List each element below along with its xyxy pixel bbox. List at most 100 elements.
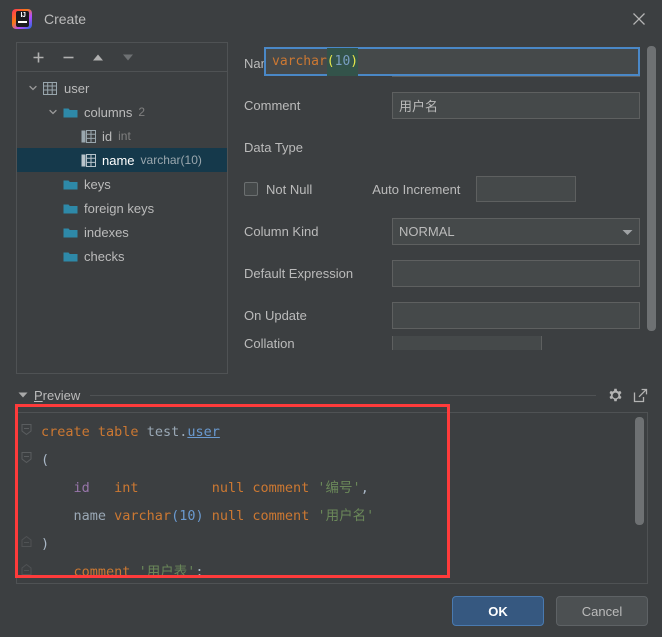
form-scrollbar-thumb[interactable] <box>647 46 656 331</box>
auto-increment-input[interactable] <box>476 176 577 202</box>
preview-title[interactable]: Preview <box>34 388 80 403</box>
tree-node-label: name <box>102 152 135 168</box>
remove-button[interactable] <box>55 45 81 69</box>
folder-icon <box>61 224 79 240</box>
sql-null-2: null <box>211 508 245 524</box>
arrow-down-icon <box>123 54 133 60</box>
collation-label: Collation <box>244 336 295 350</box>
tree-node-count: 2 <box>138 105 146 119</box>
chevron-down-icon[interactable] <box>45 104 61 120</box>
sql-code[interactable]: create table test.user ( id int null com… <box>41 418 647 583</box>
default-expression-label: Default Expression <box>244 265 354 281</box>
close-button[interactable] <box>616 0 662 38</box>
header-separator <box>90 394 596 396</box>
preview-title-rest: review <box>42 387 81 403</box>
sql-comment-val-2: '用户名' <box>317 508 375 524</box>
on-update-label: On Update <box>244 307 307 323</box>
column-kind-select[interactable]: NORMAL <box>392 217 640 245</box>
not-null-checkbox[interactable] <box>244 182 258 196</box>
form-scrollbar[interactable] <box>647 46 656 336</box>
data-type-open-paren: ( <box>326 47 335 76</box>
tree-node-column-name[interactable]: name varchar(10) <box>17 148 227 172</box>
sql-table-comment-kw: comment <box>73 564 131 580</box>
tree-node-label: keys <box>84 176 111 192</box>
sql-type-varchar: varchar <box>114 508 172 524</box>
column-icon <box>79 128 97 144</box>
gear-icon[interactable] <box>608 388 623 403</box>
sql-varchar-len: 10 <box>179 508 196 524</box>
tree-node-checks[interactable]: checks <box>17 244 227 268</box>
auto-increment-label: Auto Increment <box>372 181 461 197</box>
sql-comment-kw-1: comment <box>252 480 310 496</box>
column-kind-label: Column Kind <box>244 223 319 239</box>
folder-icon <box>61 104 79 120</box>
folder-icon <box>61 176 79 192</box>
data-type-input[interactable]: varchar(10) <box>264 47 640 76</box>
fold-marker-icon[interactable] <box>21 535 32 547</box>
tree-node-column-id[interactable]: id int <box>17 124 227 148</box>
fold-marker-icon[interactable] <box>21 451 32 464</box>
sql-kw-create: create <box>41 424 90 440</box>
sql-semicolon: ; <box>195 564 204 580</box>
not-null-label: Not Null <box>266 181 313 197</box>
tree-node-columns[interactable]: columns 2 <box>17 100 227 124</box>
tree-toolbar <box>17 43 227 72</box>
column-kind-value: NORMAL <box>399 223 455 239</box>
sql-close-paren: ) <box>41 536 50 552</box>
arrow-up-icon <box>93 54 103 60</box>
tree-body: user columns 2 id int name varchar(10) k… <box>17 72 227 373</box>
dialog-footer: OK Cancel <box>0 585 662 637</box>
tree-node-foreign-keys[interactable]: foreign keys <box>17 196 227 220</box>
sql-varchar-open: ( <box>171 508 180 524</box>
tree-node-label: checks <box>84 248 125 264</box>
sql-kw-table: table <box>97 424 139 440</box>
tree-node-label: columns <box>84 104 133 120</box>
chevron-down-icon[interactable] <box>25 80 41 96</box>
sql-col-id: id <box>73 480 90 496</box>
row-on-update: On Update <box>240 294 662 336</box>
object-tree-panel: user columns 2 id int name varchar(10) k… <box>16 42 228 374</box>
folder-icon <box>61 200 79 216</box>
row-default-expression: Default Expression <box>240 252 662 294</box>
sql-comment-kw-2: comment <box>252 508 310 524</box>
close-icon <box>633 13 645 25</box>
on-update-input[interactable] <box>392 301 640 329</box>
title-bar: IJ Create <box>0 0 662 38</box>
tree-node-user[interactable]: user <box>17 76 227 100</box>
cancel-button[interactable]: Cancel <box>556 596 648 626</box>
collapse-triangle-icon[interactable] <box>16 388 30 402</box>
external-link-icon[interactable] <box>633 388 648 403</box>
collation-input[interactable] <box>392 336 542 350</box>
sql-schema: test. <box>146 424 188 440</box>
not-null-checkbox-group[interactable]: Not Null <box>240 182 312 197</box>
default-expression-input[interactable] <box>392 259 640 287</box>
editor-scrollbar-thumb[interactable] <box>635 417 644 525</box>
comment-label: Comment <box>244 97 301 113</box>
table-icon <box>41 80 59 96</box>
data-type-arg: 10 <box>334 47 351 76</box>
row-flags: Not Null Auto Increment <box>240 168 662 210</box>
add-button[interactable] <box>25 45 51 69</box>
dialog-body: user columns 2 id int name varchar(10) k… <box>0 38 662 374</box>
window-title: Create <box>44 11 87 27</box>
ok-button[interactable]: OK <box>452 596 544 626</box>
fold-marker-icon[interactable] <box>21 563 32 575</box>
data-type-label: Data Type <box>244 139 304 155</box>
sql-preview-editor[interactable]: create table test.user ( id int null com… <box>16 412 648 584</box>
chevron-down-icon[interactable] <box>622 224 633 239</box>
sql-comma: , <box>360 480 369 496</box>
row-data-type: Data Type varchar(10) <box>240 47 662 168</box>
fold-marker-icon[interactable] <box>21 423 32 436</box>
sql-varchar-close: ) <box>195 508 204 524</box>
move-down-button[interactable] <box>115 45 141 69</box>
tree-node-label: foreign keys <box>84 200 155 216</box>
sql-null-1: null <box>211 480 245 496</box>
data-type-close-paren: ) <box>350 47 359 76</box>
column-icon <box>79 152 97 168</box>
tree-node-indexes[interactable]: indexes <box>17 220 227 244</box>
minus-icon <box>63 56 73 58</box>
plus-icon <box>33 52 43 62</box>
tree-node-keys[interactable]: keys <box>17 172 227 196</box>
move-up-button[interactable] <box>85 45 111 69</box>
comment-input[interactable]: 用户名 <box>392 91 640 119</box>
